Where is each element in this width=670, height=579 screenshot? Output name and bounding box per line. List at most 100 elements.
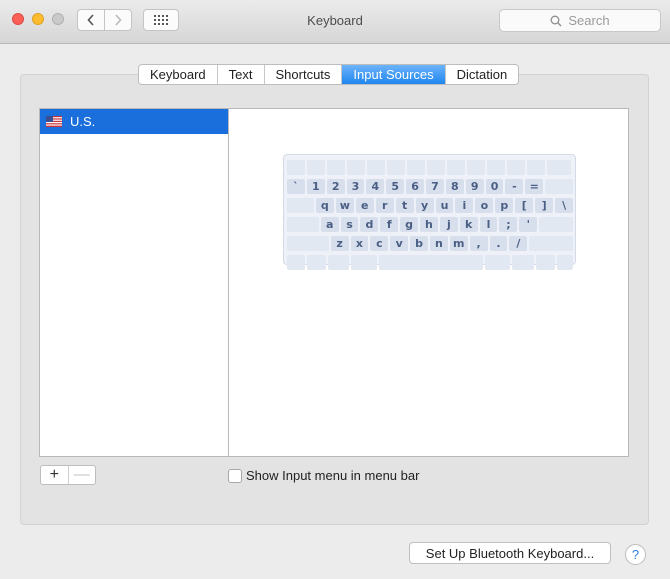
- keyboard-key: 8: [445, 179, 464, 194]
- keyboard-key: b: [410, 236, 428, 251]
- keyboard-key: ]: [535, 198, 554, 213]
- keyboard-key: p: [495, 198, 514, 213]
- keyboard-key-blank: [307, 255, 326, 270]
- keyboard-key: m: [449, 236, 468, 251]
- keyboard-key: i: [455, 198, 474, 213]
- tab-keyboard[interactable]: Keyboard: [139, 65, 218, 84]
- input-sources-list[interactable]: U.S.: [39, 108, 229, 457]
- keyboard-key: t: [395, 198, 414, 213]
- keyboard-key: v: [390, 236, 409, 251]
- keyboard-key-blank: [327, 255, 350, 270]
- keyboard-key: f: [380, 217, 399, 232]
- tab-dictation[interactable]: Dictation: [445, 65, 519, 84]
- keyboard-key-blank: [407, 160, 425, 175]
- keyboard-key: r: [375, 198, 394, 213]
- keyboard-key: /: [509, 236, 528, 251]
- source-label: U.S.: [70, 114, 96, 129]
- keyboard-key: 3: [346, 179, 365, 194]
- keyboard-key: o: [475, 198, 494, 213]
- keyboard-key-blank: [487, 160, 505, 175]
- keyboard-key-blank: [536, 255, 555, 270]
- keyboard-key: d: [360, 217, 379, 232]
- keyboard-key-blank: [367, 160, 385, 175]
- add-source-button[interactable]: +: [41, 466, 68, 484]
- keyboard-key: z: [330, 236, 349, 251]
- keyboard-key: u: [435, 198, 454, 213]
- keyboard-key-blank: [378, 255, 483, 270]
- keyboard-key-blank: [556, 255, 574, 270]
- keyboard-key: a: [320, 217, 339, 232]
- search-icon: [550, 15, 562, 27]
- keyboard-key: l: [479, 217, 498, 232]
- keyboard-key: x: [350, 236, 369, 251]
- keyboard-key: c: [370, 236, 389, 251]
- keyboard-key: 2: [326, 179, 345, 194]
- keyboard-key-blank: [307, 160, 325, 175]
- show-input-menu-checkbox[interactable]: Show Input menu in menu bar: [228, 468, 419, 483]
- setup-bluetooth-keyboard-button[interactable]: Set Up Bluetooth Keyboard...: [409, 542, 611, 564]
- keyboard-key: \: [555, 198, 574, 213]
- keyboard-key: k: [459, 217, 478, 232]
- checkbox-label: Show Input menu in menu bar: [246, 468, 420, 483]
- keyboard-key-blank: [527, 160, 545, 175]
- keyboard-key: 5: [386, 179, 405, 194]
- keyboard-key: w: [335, 198, 354, 213]
- keyboard-key-blank: [545, 179, 573, 194]
- keyboard-key: g: [400, 217, 419, 232]
- keyboard-key-blank: [347, 160, 365, 175]
- list-item[interactable]: U.S.: [40, 109, 229, 134]
- tab-text[interactable]: Text: [217, 65, 265, 84]
- keyboard-row-0: [287, 158, 575, 177]
- tab-shortcuts[interactable]: Shortcuts: [264, 65, 343, 84]
- keyboard-key: ,: [469, 236, 488, 251]
- keyboard-key: =: [525, 179, 544, 194]
- keyboard-row-3: a s d f g h j k l; ': [287, 215, 575, 234]
- keyboard-key: 7: [426, 179, 444, 194]
- keyboard-key: ': [519, 217, 538, 232]
- keyboard-key-blank: [484, 255, 511, 270]
- keyboard-key: 9: [465, 179, 484, 194]
- keyboard-key: h: [420, 217, 438, 232]
- keyboard-key: -: [505, 179, 524, 194]
- keyboard-key: 6: [406, 179, 425, 194]
- keyboard-row-2: q w e r t y u i o p[] \: [287, 196, 575, 215]
- keyboard-key: s: [340, 217, 359, 232]
- keyboard-key: [: [515, 198, 534, 213]
- keyboard-key: j: [439, 217, 458, 232]
- keyboard-key-blank: [512, 255, 535, 270]
- keyboard-key-blank: [387, 160, 405, 175]
- keyboard-key: .: [489, 236, 508, 251]
- remove-source-button[interactable]: —: [67, 466, 96, 484]
- keyboard-key-blank: [507, 160, 525, 175]
- keyboard-row-1: ` 1 2 3 4 5 6 7 8 9 0- =: [287, 177, 575, 196]
- search-placeholder: Search: [568, 13, 610, 28]
- keyboard-key: e: [355, 198, 374, 213]
- keyboard-key-blank: [287, 217, 319, 232]
- keyboard-key: `: [287, 179, 305, 194]
- keyboard-key-blank: [447, 160, 465, 175]
- keyboard-layout-preview: ` 1 2 3 4 5 6 7 8 9 0- = q w e r t y u i o p[] \ a s d f g h j k l; ' …: [283, 154, 576, 270]
- keyboard-key-blank: [287, 160, 305, 175]
- keyboard-key-blank: [539, 217, 573, 232]
- keyboard-row-4: z x c v b n m,. /: [287, 234, 575, 253]
- checkbox-box[interactable]: [228, 468, 242, 483]
- title-bar: Keyboard Search: [0, 0, 670, 44]
- help-button[interactable]: ?: [625, 544, 646, 565]
- keyboard-key: n: [429, 236, 448, 251]
- keyboard-key-blank: [287, 198, 314, 213]
- keyboard-key: 1: [306, 179, 325, 194]
- keyboard-row-5: [287, 253, 575, 272]
- keyboard-key-blank: [287, 236, 329, 251]
- search-input[interactable]: Search: [499, 9, 661, 32]
- keyboard-key-blank: [287, 255, 306, 270]
- tab-input-sources[interactable]: Input Sources: [342, 65, 446, 84]
- keyboard-key-blank: [327, 160, 345, 175]
- keyboard-key: 4: [366, 179, 385, 194]
- keyboard-key-blank: [351, 255, 377, 270]
- keyboard-key-blank: [467, 160, 485, 175]
- keyboard-key: q: [315, 198, 334, 213]
- keyboard-key: 0: [485, 179, 504, 194]
- keyboard-key-blank: [427, 160, 445, 175]
- add-remove-control: + —: [40, 465, 96, 485]
- keyboard-key: ;: [499, 217, 518, 232]
